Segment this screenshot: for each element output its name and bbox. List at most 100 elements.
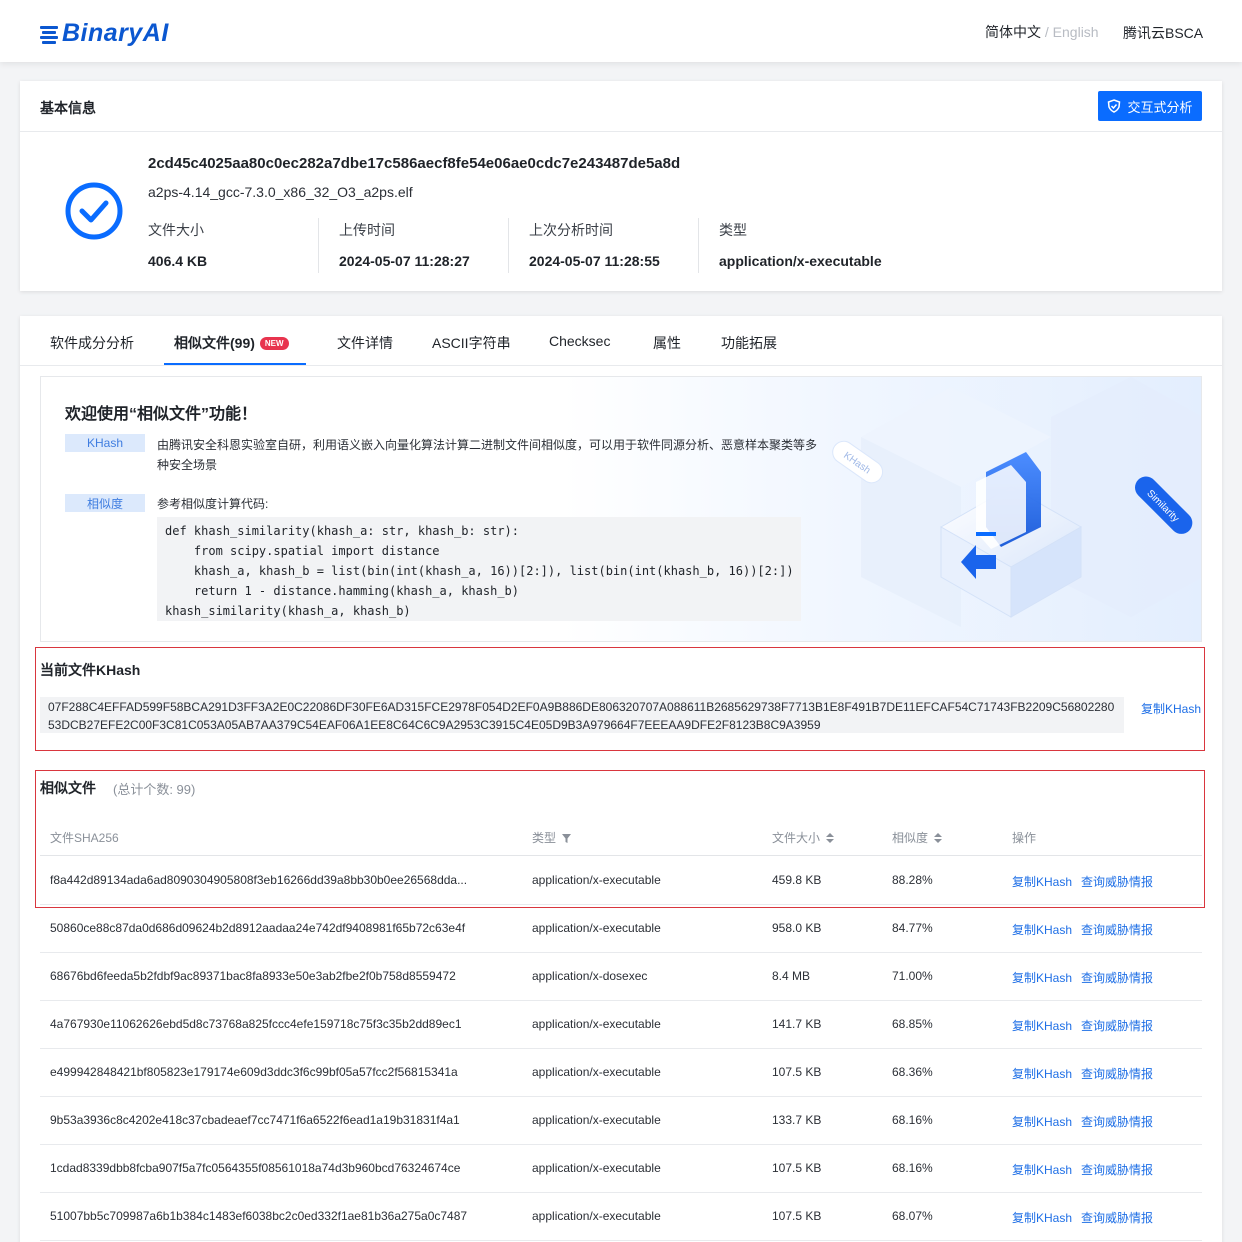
col-type[interactable]: 类型 [532,829,572,846]
copy-khash-action[interactable]: 复制KHash [1012,1209,1072,1226]
current-khash-title: 当前文件KHash [40,662,141,678]
check-circle-icon [65,182,123,240]
basic-info-header: 基本信息 交互式分析 [20,81,1222,132]
file-sha256: 2cd45c4025aa80c0ec282a7dbe17c586aecf8fe5… [148,155,681,172]
col-similarity[interactable]: 相似度 [892,829,943,846]
table-row: 50860ce88c87da0d686d09624b2d8912aadaa24e… [40,905,1202,953]
row-sha256: e499942848421bf805823e179174e609d3ddc3f6… [50,1065,458,1079]
row-sha256: 4a767930e11062626ebd5d8c73768a825fccc4ef… [50,1017,462,1031]
row-size: 107.5 KB [772,1065,822,1079]
tab-sca[interactable]: 软件成分分析 [50,333,134,353]
query-threat-intel-action[interactable]: 查询威胁情报 [1081,1017,1153,1034]
sort-icon[interactable] [934,833,943,843]
table-row: 9b53a3936c8c4202e418c37cbadeaef7cc7471f6… [40,1097,1202,1145]
table-header: 文件SHA256 类型 文件大小 相似度 操作 [40,816,1202,856]
upload-time-label: 上传时间 [339,222,395,238]
meta-file-size: 文件大小 406.4 KB [148,218,318,273]
active-tab-indicator [164,363,306,365]
basic-info-title: 基本信息 [40,100,96,116]
row-similarity: 68.07% [892,1209,933,1223]
bsca-link[interactable]: 腾讯云BSCA [1123,23,1203,43]
row-type: application/x-executable [532,921,661,935]
copy-khash-action[interactable]: 复制KHash [1012,969,1072,986]
copy-khash-action[interactable]: 复制KHash [1012,1017,1072,1034]
file-type-value: application/x-executable [719,253,882,269]
table-row: e499942848421bf805823e179174e609d3ddc3f6… [40,1049,1202,1097]
row-type: application/x-executable [532,1065,661,1079]
lang-separator: / [1044,24,1049,40]
query-threat-intel-action[interactable]: 查询威胁情报 [1081,1113,1153,1130]
shield-icon [1108,99,1121,113]
meta-file-type: 类型 application/x-executable [698,218,958,273]
similarity-tag: 相似度 [65,494,145,512]
language-switch: 简体中文 / English [985,22,1099,42]
copy-khash-link[interactable]: 复制KHash [1141,700,1201,717]
col-similarity-label: 相似度 [892,831,929,845]
row-similarity: 68.16% [892,1113,933,1127]
copy-khash-action[interactable]: 复制KHash [1012,873,1072,890]
lang-zh[interactable]: 简体中文 [985,24,1041,40]
filter-icon[interactable] [562,834,572,843]
top-bar: BinaryAI 简体中文 / English 腾讯云BSCA [0,0,1242,62]
row-type: application/x-executable [532,1113,661,1127]
row-sha256: f8a442d89134ada6ad8090304905808f3eb16266… [50,873,468,887]
new-badge: NEW [259,337,289,350]
query-threat-intel-action[interactable]: 查询威胁情报 [1081,1161,1153,1178]
query-threat-intel-action[interactable]: 查询威胁情报 [1081,873,1153,890]
row-sha256: 1cdad8339dbb8fcba907f5a7fc0564355f085610… [50,1161,461,1175]
similarity-code-block: def khash_similarity(khash_a: str, khash… [157,517,801,621]
col-actions: 操作 [1012,831,1037,845]
query-threat-intel-action[interactable]: 查询威胁情报 [1081,969,1153,986]
copy-khash-action[interactable]: 复制KHash [1012,1113,1072,1130]
row-sha256: 50860ce88c87da0d686d09624b2d8912aadaa24e… [50,921,466,935]
table-row: 51007bb5c709987a6b1b384c1483ef6038bc2c0e… [40,1193,1202,1241]
tab-file-details[interactable]: 文件详情 [337,333,393,353]
table-row: 4a767930e11062626ebd5d8c73768a825fccc4ef… [40,1001,1202,1049]
khash-description: 由腾讯安全科恩实验室自研，利用语义嵌入向量化算法计算二进制文件间相似度，可以用于… [157,438,818,472]
row-similarity: 68.36% [892,1065,933,1079]
row-type: application/x-executable [532,1161,661,1175]
sort-icon[interactable] [826,833,835,843]
interactive-analysis-button[interactable]: 交互式分析 [1098,91,1202,121]
banner-title: 欢迎使用“相似文件”功能！ [65,406,258,423]
binaryai-logo[interactable]: BinaryAI [40,19,169,48]
row-size: 141.7 KB [772,1017,822,1031]
copy-khash-action[interactable]: 复制KHash [1012,1065,1072,1082]
tab-extensions[interactable]: 功能拓展 [721,333,777,353]
row-sha256: 68676bd6feeda5b2fdbf9ac89371bac8fa8933e5… [50,969,456,983]
row-size: 133.7 KB [772,1113,822,1127]
tab-attributes[interactable]: 属性 [653,333,681,353]
query-threat-intel-action[interactable]: 查询威胁情报 [1081,1209,1153,1226]
upload-time-value: 2024-05-07 11:28:27 [339,253,470,269]
file-size-value: 406.4 KB [148,253,208,269]
query-threat-intel-action[interactable]: 查询威胁情报 [1081,1065,1153,1082]
analysis-time-value: 2024-05-07 11:28:55 [529,253,660,269]
row-size: 459.8 KB [772,873,822,887]
row-size: 107.5 KB [772,1161,822,1175]
tab-similar-files[interactable]: 相似文件(99) NEW [174,333,289,353]
lang-en[interactable]: English [1053,24,1099,40]
analysis-time-label: 上次分析时间 [529,222,613,238]
row-sha256: 51007bb5c709987a6b1b384c1483ef6038bc2c0e… [50,1209,468,1223]
row-type: application/x-executable [532,873,661,887]
khash-tag: KHash [65,434,145,452]
row-similarity: 68.85% [892,1017,933,1031]
copy-khash-action[interactable]: 复制KHash [1012,1161,1072,1178]
table-row: 68676bd6feeda5b2fdbf9ac89371bac8fa8933e5… [40,953,1202,1001]
row-size: 107.5 KB [772,1209,822,1223]
copy-khash-action[interactable]: 复制KHash [1012,921,1072,938]
logo-mark-icon [40,23,60,45]
tab-checksec[interactable]: Checksec [549,333,610,349]
row-type: application/x-executable [532,1017,661,1031]
basic-info-card: 基本信息 交互式分析 2cd45c4025aa80c0ec282a7dbe17c… [20,81,1222,291]
table-row: 1cdad8339dbb8fcba907f5a7fc0564355f085610… [40,1145,1202,1193]
tab-ascii-strings[interactable]: ASCII字符串 [432,333,511,353]
col-size-label: 文件大小 [772,831,821,845]
similarity-description: 参考相似度计算代码: [157,497,269,511]
row-similarity: 68.16% [892,1161,933,1175]
tab-similar-files-label: 相似文件(99) [174,335,255,351]
query-threat-intel-action[interactable]: 查询威胁情报 [1081,921,1153,938]
col-size[interactable]: 文件大小 [772,829,835,846]
welcome-banner: 欢迎使用“相似文件”功能！ KHash 由腾讯安全科恩实验室自研，利用语义嵌入向… [40,376,1202,642]
current-khash-value: 07F288C4EFFAD599F58BCA291D3FF3A2E0C22086… [40,697,1124,733]
